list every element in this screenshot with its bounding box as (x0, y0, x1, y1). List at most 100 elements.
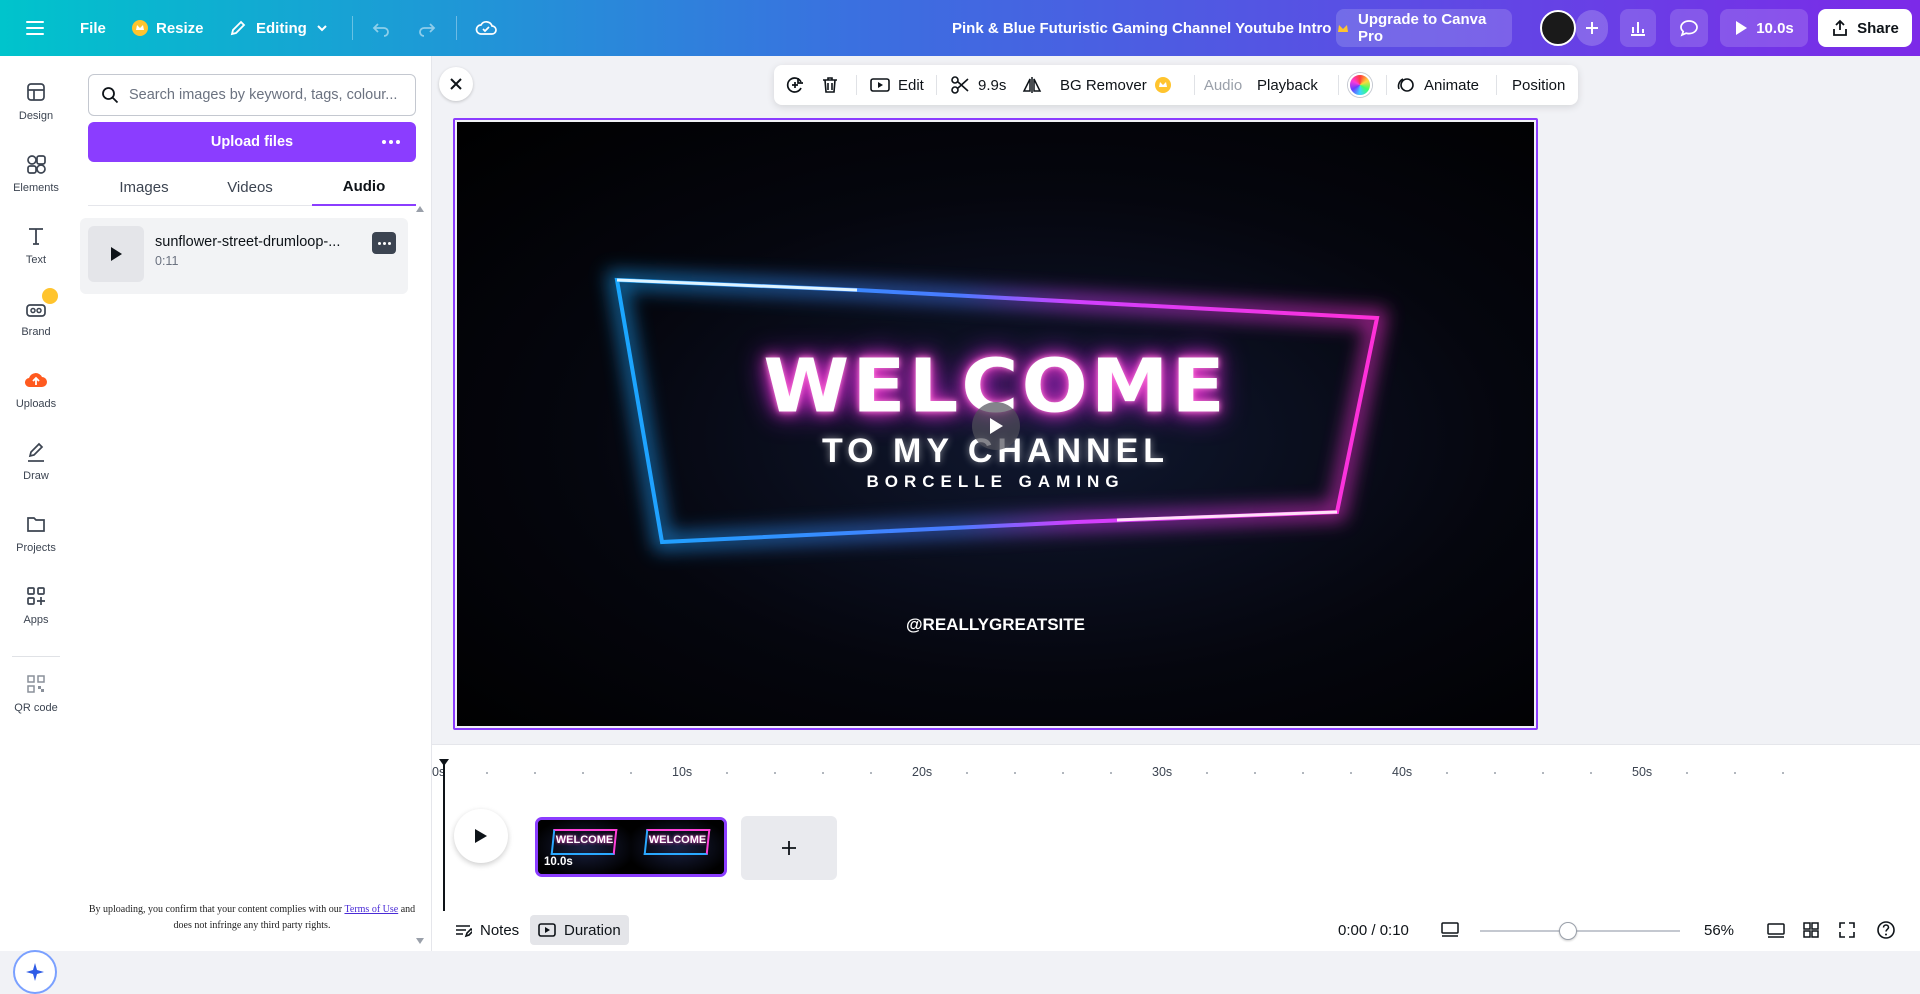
upgrade-button[interactable]: Upgrade to Canva Pro (1336, 9, 1512, 47)
tick-label: 20s (912, 765, 933, 779)
scroll-up-icon[interactable] (416, 206, 424, 212)
animate-button[interactable]: Animate (1396, 65, 1479, 105)
comment-icon[interactable] (1670, 9, 1708, 47)
avatar[interactable] (1540, 10, 1576, 46)
add-collaborator-icon[interactable] (1576, 10, 1608, 46)
zoom-slider-thumb[interactable] (1559, 922, 1577, 940)
bottom-bar: Notes Duration 0:00 / 0:10 56% (432, 911, 1920, 951)
design-title[interactable]: Pink & Blue Futuristic Gaming Channel Yo… (952, 0, 1331, 56)
rail-label: Uploads (15, 398, 57, 410)
upload-disclaimer: By uploading, you confirm that your cont… (88, 904, 416, 931)
duration-button[interactable]: Duration (530, 915, 629, 945)
help-icon[interactable] (1876, 915, 1896, 945)
trash-icon[interactable] (820, 65, 840, 105)
present-label: 10.0s (1756, 19, 1794, 37)
rail-label: Elements (13, 182, 59, 194)
share-label: Share (1857, 19, 1899, 37)
flip-icon[interactable] (1022, 65, 1042, 105)
upload-label: Upload files (210, 134, 294, 150)
redo-icon[interactable] (416, 0, 438, 56)
brand-name[interactable]: BORCELLE GAMING (457, 472, 1534, 492)
tick-dot (1734, 772, 1736, 774)
pages-view-icon[interactable] (1766, 915, 1786, 945)
terms-of-use-link[interactable]: Terms of Use (344, 904, 398, 915)
present-button[interactable]: 10.0s (1720, 9, 1808, 47)
design-title-text: Pink & Blue Futuristic Gaming Channel Yo… (952, 19, 1332, 37)
menu-icon[interactable] (24, 0, 46, 56)
audio-duration: 0:11 (155, 254, 179, 268)
resize-button[interactable]: Resize (132, 0, 204, 56)
audio-more-icon[interactable] (372, 232, 396, 254)
tick-dot (1254, 772, 1256, 774)
crown-badge-icon (42, 288, 58, 304)
play-icon (109, 246, 123, 262)
zoom-level[interactable]: 56% (1704, 915, 1734, 945)
trim-button[interactable]: 9.9s (950, 65, 1006, 105)
grid-view-icon[interactable] (1802, 915, 1820, 945)
rail-text[interactable]: Text (0, 224, 72, 284)
replace-icon[interactable] (784, 65, 806, 105)
audio-play-button[interactable] (88, 226, 144, 282)
play-icon (988, 417, 1004, 435)
upload-files-button[interactable]: Upload files (88, 122, 416, 162)
tick-label: 10s (672, 765, 693, 779)
layout-icon (24, 80, 48, 104)
bg-remover-button[interactable]: BG Remover (1060, 65, 1171, 105)
close-panel-button[interactable] (439, 67, 473, 101)
clip-duration: 10.0s (544, 856, 573, 868)
timeline-play-button[interactable] (454, 809, 508, 863)
rail-label: Design (18, 110, 54, 122)
rail-design[interactable]: Design (0, 80, 72, 140)
position-button[interactable]: Position (1512, 65, 1565, 105)
audio-button[interactable]: Audio (1198, 65, 1248, 105)
more-options-icon[interactable] (376, 122, 406, 162)
cloud-saved-icon[interactable] (474, 0, 498, 56)
search-field[interactable]: Search images by keyword, tags, colour..… (88, 74, 416, 116)
edit-button[interactable]: Edit (870, 65, 924, 105)
editing-mode-dropdown[interactable]: Editing (228, 0, 329, 56)
insights-icon[interactable] (1620, 9, 1656, 47)
clip-thumbnail: WELCOME (631, 820, 724, 874)
page-view-icon[interactable] (1440, 915, 1460, 945)
tick-label: 40s (1392, 765, 1413, 779)
tick-dot (1302, 772, 1304, 774)
rail-draw[interactable]: Draw (0, 440, 72, 500)
tick-dot (1446, 772, 1448, 774)
zoom-slider[interactable] (1480, 930, 1680, 932)
rail-elements[interactable]: Elements (0, 152, 72, 212)
undo-icon[interactable] (370, 0, 392, 56)
tick-dot (774, 772, 776, 774)
search-placeholder: Search images by keyword, tags, colour..… (129, 87, 398, 103)
rail-brand[interactable]: Brand (0, 288, 72, 356)
share-button[interactable]: Share (1818, 9, 1912, 47)
fullscreen-icon[interactable] (1838, 915, 1856, 945)
uploads-panel: Search images by keyword, tags, colour..… (72, 56, 432, 951)
tab-images[interactable]: Images (88, 168, 200, 206)
plus-icon (781, 840, 797, 856)
scroll-down-icon[interactable] (416, 938, 424, 944)
tab-audio[interactable]: Audio (312, 168, 416, 206)
notes-button[interactable]: Notes (450, 915, 523, 945)
rail-qr-code[interactable]: QR code (0, 672, 72, 732)
audio-list-item[interactable]: sunflower-street-drumloop-... 0:11 (80, 218, 408, 294)
upload-cloud-icon (24, 368, 48, 392)
color-picker-icon[interactable] (1348, 65, 1372, 105)
file-menu[interactable]: File (80, 0, 106, 56)
timeline-clip[interactable]: WELCOME WELCOME 10.0s (535, 817, 727, 877)
website-handle[interactable]: @REALLYGREATSITE (457, 615, 1534, 635)
playhead[interactable] (443, 761, 445, 936)
design-canvas[interactable]: WELCOME TO MY CHANNEL BORCELLE GAMING @R… (457, 122, 1534, 726)
rail-uploads[interactable]: Uploads (0, 368, 72, 428)
magic-assistant-button[interactable] (13, 950, 57, 994)
tick-label: 50s (1632, 765, 1653, 779)
playback-time: 0:00 / 0:10 (1338, 921, 1409, 939)
playback-button[interactable]: Playback (1257, 65, 1318, 105)
tick-dot (1494, 772, 1496, 774)
add-page-button[interactable] (741, 816, 837, 880)
scissors-icon (950, 75, 970, 95)
rail-projects[interactable]: Projects (0, 512, 72, 572)
tab-videos[interactable]: Videos (200, 168, 300, 206)
canvas-play-button[interactable] (972, 402, 1020, 450)
play-icon (474, 828, 488, 844)
rail-apps[interactable]: Apps (0, 584, 72, 644)
